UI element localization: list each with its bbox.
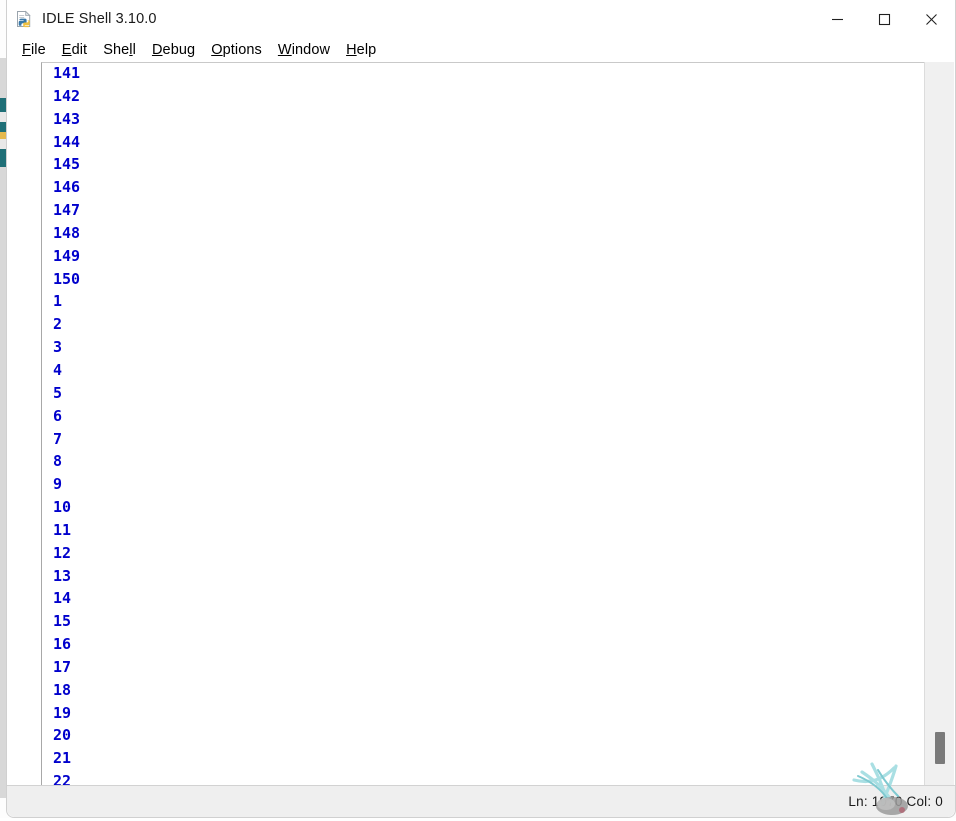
menu-item-debug[interactable]: Debug xyxy=(144,40,203,60)
title-bar-left: IDLE Shell 3.10.0 xyxy=(7,10,157,28)
menu-item-file[interactable]: File xyxy=(14,40,54,60)
menu-item-help[interactable]: Help xyxy=(338,40,384,60)
window-title: IDLE Shell 3.10.0 xyxy=(42,11,157,27)
menu-item-shell[interactable]: Shell xyxy=(95,40,144,60)
status-bar: Ln: 1970 Col: 0 xyxy=(7,785,955,817)
minimize-button[interactable] xyxy=(814,0,861,38)
window-controls xyxy=(814,0,955,38)
menu-bar: File Edit Shell Debug Options Window Hel… xyxy=(7,38,955,62)
vertical-scrollbar[interactable] xyxy=(924,62,954,785)
maximize-button[interactable] xyxy=(861,0,908,38)
title-bar[interactable]: IDLE Shell 3.10.0 xyxy=(7,0,955,38)
menu-item-edit[interactable]: Edit xyxy=(54,40,95,60)
shell-left-gutter xyxy=(7,62,41,785)
idle-shell-window: IDLE Shell 3.10.0 File Edit Shell Debug … xyxy=(6,0,956,818)
maximize-icon xyxy=(878,13,891,25)
vertical-scrollbar-thumb[interactable] xyxy=(935,732,945,764)
shell-output-area[interactable]: 141 142 143 144 145 146 147 148 149 150 … xyxy=(41,62,924,785)
menu-item-options[interactable]: Options xyxy=(203,40,270,60)
python-file-icon xyxy=(15,10,33,28)
desktop-background: IDLE Shell 3.10.0 File Edit Shell Debug … xyxy=(0,0,956,818)
status-line-col: Ln: 1970 Col: 0 xyxy=(848,794,943,809)
menu-item-window[interactable]: Window xyxy=(270,40,338,60)
close-icon xyxy=(926,13,937,25)
close-button[interactable] xyxy=(908,0,955,38)
minimize-icon xyxy=(832,18,843,20)
shell-output-text: 141 142 143 144 145 146 147 148 149 150 … xyxy=(53,64,81,785)
